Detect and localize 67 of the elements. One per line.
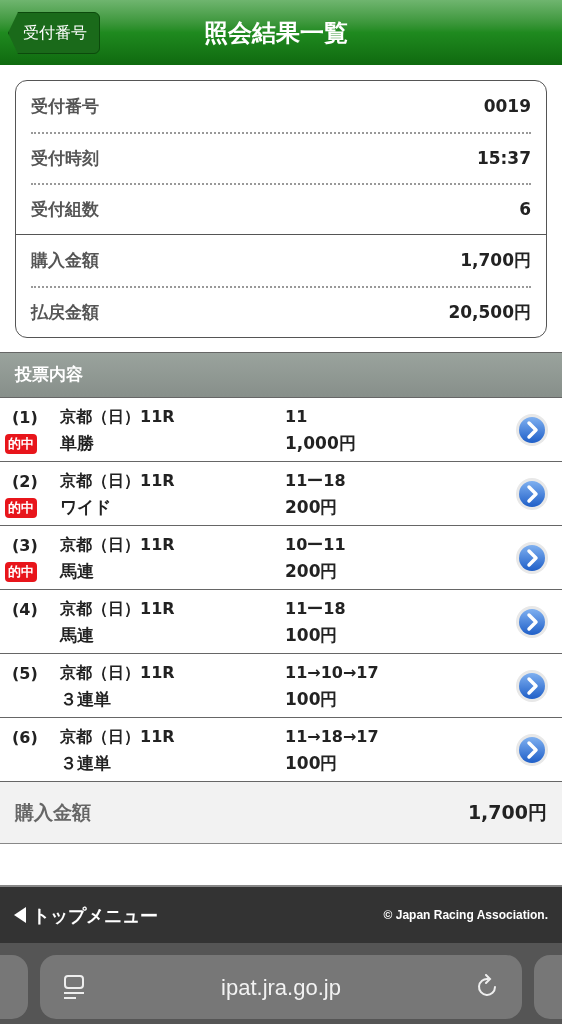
bet-type: 単勝 [60, 431, 95, 454]
left-triangle-icon [14, 907, 26, 923]
tab-edge [534, 955, 562, 1019]
race-name: 京都（日）11R [60, 597, 176, 620]
summary-label: 購入金額 [31, 248, 99, 272]
chevron-right-icon[interactable] [515, 540, 549, 575]
bet-row[interactable]: (1) 的中 京都（日）11R 単勝 11 1,000円 [0, 398, 562, 462]
bet-combination: 11ー18 [285, 597, 347, 620]
summary-label: 払戻金額 [31, 300, 99, 324]
copyright-text: © Japan Racing Association. [383, 907, 548, 924]
bet-type: 馬連 [60, 559, 95, 582]
bet-type: ３連単 [60, 751, 112, 774]
summary-value: 1,700円 [460, 248, 531, 272]
address-bar[interactable]: ipat.jra.go.jp [40, 955, 522, 1019]
bet-type: 馬連 [60, 623, 95, 646]
total-label: 購入金額 [15, 800, 91, 826]
page-title: 照会結果一覧 [204, 17, 348, 49]
bet-row[interactable]: (4) 京都（日）11R 馬連 11ー18 100円 [0, 590, 562, 654]
chevron-right-icon[interactable] [515, 604, 549, 639]
summary-label: 受付番号 [31, 94, 99, 118]
back-button[interactable]: 受付番号 [8, 12, 100, 54]
summary-value: 15:37 [476, 146, 531, 170]
bet-amount: 100円 [285, 687, 339, 710]
reader-icon[interactable] [62, 974, 86, 1000]
total-value: 1,700円 [467, 800, 547, 826]
url-text: ipat.jra.go.jp [221, 973, 341, 1002]
bet-type: ３連単 [60, 687, 112, 710]
bet-number: (3) [12, 534, 38, 557]
summary-value: 0019 [483, 94, 531, 118]
race-name: 京都（日）11R [60, 533, 176, 556]
race-name: 京都（日）11R [60, 405, 176, 428]
top-menu-link[interactable]: トップメニュー [14, 901, 158, 929]
bet-number: (5) [12, 662, 38, 685]
chevron-right-icon[interactable] [515, 668, 549, 703]
section-title: 投票内容 [15, 363, 83, 387]
chevron-right-icon[interactable] [515, 412, 549, 447]
bet-amount: 100円 [285, 623, 339, 646]
summary-value: 6 [519, 197, 531, 221]
bet-number: (2) [12, 470, 38, 493]
hit-badge: 的中 [5, 561, 37, 582]
race-name: 京都（日）11R [60, 661, 176, 684]
summary-value: 20,500円 [448, 300, 531, 324]
bet-combination: 11ー18 [285, 469, 347, 492]
tab-edge [0, 955, 28, 1019]
bet-combination: 10ー11 [285, 533, 347, 556]
bet-row[interactable]: (3) 的中 京都（日）11R 馬連 10ー11 200円 [0, 526, 562, 590]
race-name: 京都（日）11R [60, 725, 176, 748]
bet-amount: 200円 [285, 495, 339, 518]
hit-badge: 的中 [5, 497, 37, 518]
bet-number: (4) [12, 598, 38, 621]
bet-row[interactable]: (5) 京都（日）11R ３連単 11→10→17 100円 [0, 654, 562, 718]
summary-label: 受付時刻 [31, 146, 99, 170]
bet-combination: 11→10→17 [285, 661, 380, 684]
bet-combination: 11→18→17 [285, 725, 380, 748]
chevron-right-icon[interactable] [515, 476, 549, 511]
summary-label: 受付組数 [31, 197, 99, 221]
bet-number: (1) [12, 406, 38, 429]
hit-badge: 的中 [5, 433, 37, 454]
bet-number: (6) [12, 726, 38, 749]
bet-amount: 200円 [285, 559, 339, 582]
bet-amount: 1,000円 [285, 431, 357, 454]
race-name: 京都（日）11R [60, 469, 176, 492]
chevron-right-icon[interactable] [515, 732, 549, 767]
bet-row[interactable]: (2) 的中 京都（日）11R ワイド 11ー18 200円 [0, 462, 562, 526]
bet-type: ワイド [60, 495, 112, 518]
bet-amount: 100円 [285, 751, 339, 774]
bet-combination: 11 [285, 405, 309, 428]
